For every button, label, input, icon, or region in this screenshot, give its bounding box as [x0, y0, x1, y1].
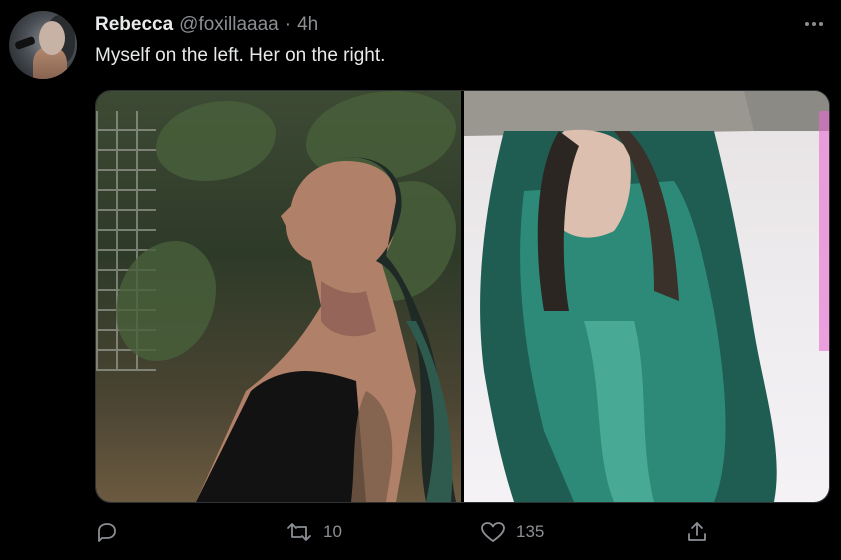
photo-right[interactable] — [464, 91, 829, 502]
share-button[interactable] — [685, 517, 719, 547]
reply-icon — [98, 523, 116, 542]
retweet-count: 10 — [323, 522, 342, 541]
woman-profile-figure — [196, 157, 456, 502]
tweet-actions: 10 135 — [95, 517, 815, 547]
author-name[interactable]: Rebecca — [95, 14, 173, 36]
more-dot-icon — [805, 22, 809, 26]
author-handle[interactable]: @foxillaaaa — [179, 14, 279, 36]
tweet[interactable]: Rebecca @foxillaaaa · 4h Myself on the l… — [0, 0, 841, 560]
retweet-icon — [287, 523, 311, 541]
tweet-header: Rebecca @foxillaaaa · 4h — [95, 14, 318, 36]
like-button[interactable]: 135 — [480, 517, 544, 547]
like-count: 135 — [516, 522, 545, 541]
woman-green-hair-figure — [464, 91, 829, 502]
more-dot-icon — [819, 22, 823, 26]
media-grid — [95, 90, 830, 503]
share-icon — [688, 522, 706, 541]
tweet-text: Myself on the left. Her on the right. — [95, 45, 386, 66]
heart-icon — [481, 522, 505, 542]
avatar[interactable] — [9, 11, 77, 79]
retweet-button[interactable]: 10 — [285, 517, 342, 547]
avatar-face — [39, 21, 65, 55]
separator: · — [284, 14, 292, 35]
timestamp[interactable]: 4h — [297, 14, 318, 36]
reply-button[interactable] — [95, 517, 129, 547]
more-options-button[interactable] — [800, 12, 828, 36]
photo-left[interactable] — [96, 91, 461, 502]
more-dot-icon — [812, 22, 816, 26]
avatar-microphone — [14, 35, 36, 51]
